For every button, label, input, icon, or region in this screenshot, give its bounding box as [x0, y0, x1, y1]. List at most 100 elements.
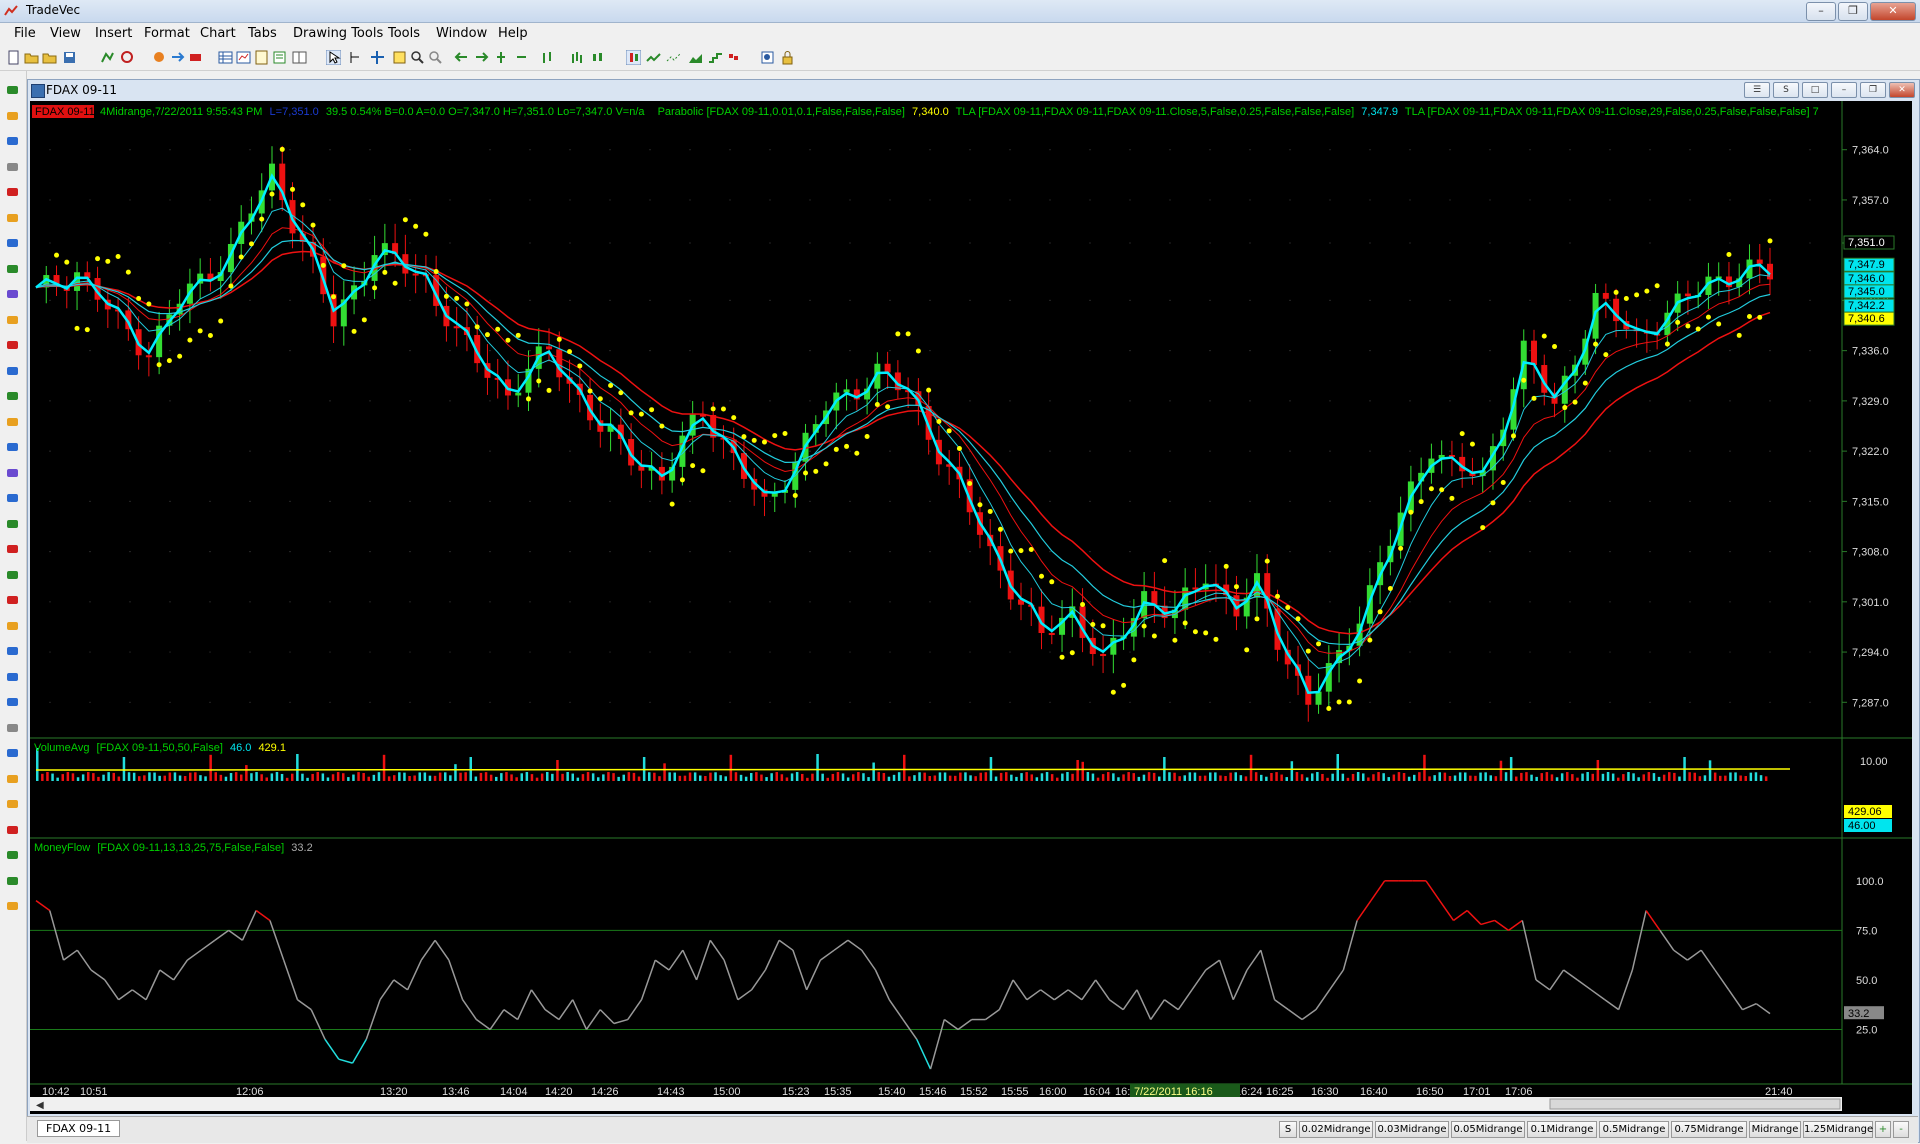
- bar-size-0-75[interactable]: 0.75Midrange: [1671, 1121, 1747, 1138]
- candlestick-icon[interactable]: [590, 50, 605, 65]
- bar-size-s-button[interactable]: S: [1279, 1121, 1297, 1138]
- renko-icon[interactable]: [728, 50, 743, 65]
- crosshair-cursor-icon[interactable]: [346, 50, 361, 65]
- channel-icon[interactable]: [5, 313, 20, 327]
- horizontal-scrollbar-thumb[interactable]: [1549, 1098, 1841, 1110]
- menu-window[interactable]: Window: [436, 26, 487, 41]
- layout-icon[interactable]: [292, 50, 307, 65]
- menu-file[interactable]: File: [14, 26, 36, 41]
- zoom-box-icon[interactable]: [5, 109, 20, 123]
- add-bar-size-icon[interactable]: +: [1875, 1121, 1891, 1138]
- select-icon[interactable]: [5, 83, 20, 97]
- zoom-in-icon[interactable]: [410, 50, 425, 65]
- chart-close-button[interactable]: ✕: [1889, 82, 1915, 98]
- crosshair-icon[interactable]: [5, 670, 20, 684]
- bar-size-0-5[interactable]: 0.5Midrange: [1599, 1121, 1669, 1138]
- text-icon[interactable]: [5, 491, 20, 505]
- link-icon[interactable]: [188, 50, 203, 65]
- bar-size-0-05[interactable]: 0.05Midrange: [1451, 1121, 1525, 1138]
- restore-button[interactable]: ❐: [1838, 2, 1868, 21]
- add-bar-icon[interactable]: [494, 50, 509, 65]
- measure-icon[interactable]: [5, 772, 20, 786]
- ellipse-icon[interactable]: [5, 440, 20, 454]
- menu-help[interactable]: Help: [498, 26, 528, 41]
- chart-properties-button[interactable]: ☰: [1744, 82, 1770, 98]
- ray-icon[interactable]: [5, 236, 20, 250]
- arrow-down-icon[interactable]: [5, 542, 20, 556]
- chart-link-button[interactable]: S: [1773, 82, 1799, 98]
- bar-marker-icon[interactable]: [5, 797, 20, 811]
- lock-icon[interactable]: [780, 50, 795, 65]
- zoom-out-icon[interactable]: [428, 50, 443, 65]
- bar-size-1-25[interactable]: 1.25Midrange: [1803, 1121, 1873, 1138]
- grid-table-icon[interactable]: [218, 50, 233, 65]
- line-tool-icon[interactable]: [5, 211, 20, 225]
- down-arrow-icon[interactable]: [5, 848, 20, 862]
- right-arrow-icon[interactable]: [5, 899, 20, 913]
- menu-view[interactable]: View: [50, 26, 81, 41]
- properties-icon[interactable]: [760, 50, 775, 65]
- menu-chart[interactable]: Chart: [200, 26, 236, 41]
- save-icon[interactable]: [62, 50, 77, 65]
- rectangle-icon[interactable]: [5, 466, 20, 480]
- bar-chart-icon[interactable]: [540, 50, 555, 65]
- sheet-tab[interactable]: FDAX 09-11: [37, 1120, 121, 1137]
- ohlc-icon[interactable]: [570, 50, 585, 65]
- chart-tile-button[interactable]: □: [1802, 82, 1828, 98]
- new-file-icon[interactable]: [6, 50, 21, 65]
- up-arrow-icon[interactable]: [5, 823, 20, 837]
- line-chart-icon[interactable]: [646, 50, 661, 65]
- dot-chart-icon[interactable]: [666, 50, 681, 65]
- hand-icon[interactable]: [5, 134, 20, 148]
- indicator-icon[interactable]: [100, 50, 115, 65]
- chart-restore-button[interactable]: ❐: [1860, 82, 1886, 98]
- sell-icon[interactable]: [5, 593, 20, 607]
- pitchfork-icon[interactable]: [5, 364, 20, 378]
- note-icon[interactable]: [5, 721, 20, 735]
- bar-size-0-1[interactable]: 0.1Midrange: [1527, 1121, 1597, 1138]
- crosshair-icon[interactable]: [370, 50, 385, 65]
- pointer-tool-icon[interactable]: [326, 50, 341, 65]
- pencil-icon[interactable]: [5, 695, 20, 709]
- minimize-button[interactable]: –: [1806, 2, 1836, 21]
- chart-minimize-button[interactable]: –: [1831, 82, 1857, 98]
- bar-size-0-02[interactable]: 0.02Midrange: [1299, 1121, 1373, 1138]
- menu-drawing-tools[interactable]: Drawing Tools: [293, 26, 383, 41]
- open-workspace-icon[interactable]: [42, 50, 57, 65]
- delete-icon[interactable]: [5, 185, 20, 199]
- scanner-icon[interactable]: [272, 50, 287, 65]
- gann-icon[interactable]: [5, 389, 20, 403]
- step-chart-icon[interactable]: [708, 50, 723, 65]
- close-button[interactable]: ✕: [1870, 2, 1916, 21]
- navigate-icon[interactable]: [170, 50, 185, 65]
- alert-icon[interactable]: [152, 50, 167, 65]
- fibonacci-icon[interactable]: [5, 338, 20, 352]
- menu-insert[interactable]: Insert: [95, 26, 132, 41]
- left-arrow-icon[interactable]: [5, 874, 20, 888]
- scroll-left-arrow-icon[interactable]: ◀: [36, 1100, 44, 1111]
- buy-icon[interactable]: [5, 568, 20, 582]
- menu-tabs[interactable]: Tabs: [248, 26, 277, 41]
- bar-size-0-03[interactable]: 0.03Midrange: [1375, 1121, 1449, 1138]
- hline-icon[interactable]: [5, 644, 20, 658]
- arrow-up-icon[interactable]: [5, 517, 20, 531]
- open-folder-icon[interactable]: [24, 50, 39, 65]
- scroll-right-icon[interactable]: [474, 50, 489, 65]
- area-chart-icon[interactable]: [688, 50, 703, 65]
- data-box-icon[interactable]: [392, 50, 407, 65]
- price-chart[interactable]: FDAX 09-11 4Midrange,7/22/2011 9:55:43 P…: [30, 101, 1912, 1114]
- arc-icon[interactable]: [5, 415, 20, 429]
- report-icon[interactable]: [254, 50, 269, 65]
- remove-bar-size-icon[interactable]: -: [1893, 1121, 1909, 1138]
- chart-window-icon[interactable]: [236, 50, 251, 65]
- circle-icon[interactable]: [5, 746, 20, 760]
- remove-bar-icon[interactable]: [514, 50, 529, 65]
- bar-size-midrange[interactable]: Midrange: [1749, 1121, 1801, 1138]
- ruler-icon[interactable]: [5, 619, 20, 633]
- candle-style-icon[interactable]: [626, 50, 641, 65]
- eraser-icon[interactable]: [5, 160, 20, 174]
- horizontal-line-icon[interactable]: [5, 262, 20, 276]
- strategy-icon[interactable]: [120, 50, 135, 65]
- scroll-left-icon[interactable]: [454, 50, 469, 65]
- menu-tools[interactable]: Tools: [388, 26, 420, 41]
